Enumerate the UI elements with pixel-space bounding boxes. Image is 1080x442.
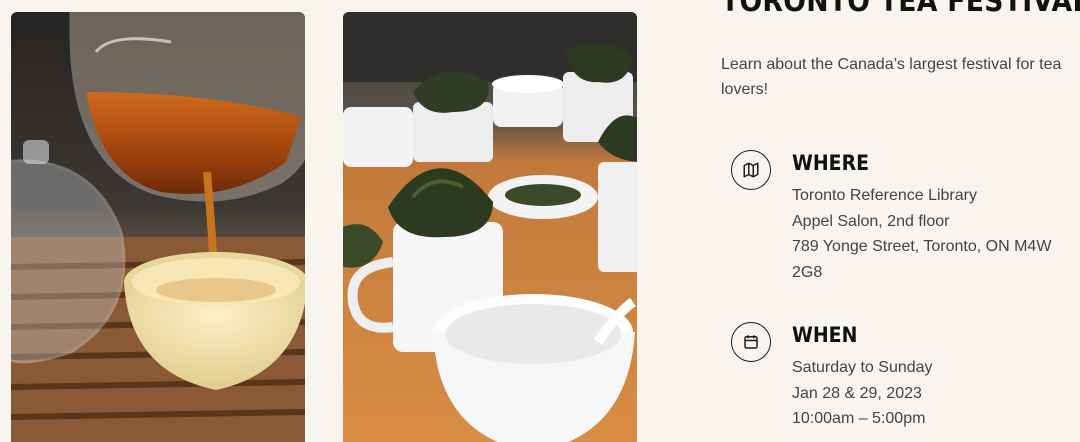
where-line: 789 Yonge Street, Toronto, ON M4W 2G8	[792, 238, 1052, 281]
when-line: Saturday to Sunday	[792, 359, 933, 376]
where-line: Appel Salon, 2nd floor	[792, 212, 950, 230]
when-heading: WHEN	[792, 323, 858, 347]
where-line: Toronto Reference Library	[792, 187, 977, 204]
map-icon	[731, 150, 771, 190]
calendar-icon	[731, 322, 771, 362]
where-address: Toronto Reference Library Appel Salon, 2…	[792, 183, 1080, 285]
tea-tasting-photo	[343, 12, 637, 442]
when-schedule: Saturday to Sunday Jan 28 & 29, 2023 10:…	[792, 355, 1080, 432]
where-heading: WHERE	[792, 151, 870, 175]
tea-pouring-photo	[11, 12, 305, 442]
page-title: TORONTO TEA FESTIVAL	[721, 0, 1080, 18]
when-line: Jan 28 & 29, 2023	[792, 384, 922, 402]
when-line: 10:00am – 5:00pm	[792, 410, 926, 427]
event-description: Learn about the Canada’s largest festiva…	[721, 56, 1062, 98]
